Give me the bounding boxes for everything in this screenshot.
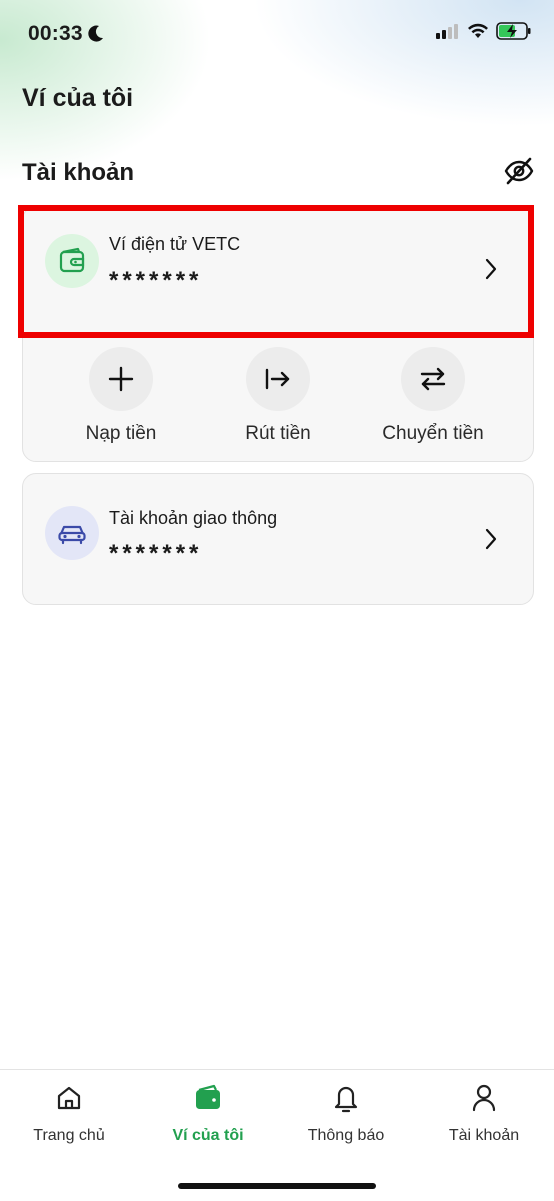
transfer-arrows-icon <box>420 367 446 391</box>
nav-notifications-label: Thông báo <box>307 1127 385 1144</box>
car-icon <box>58 525 86 545</box>
withdraw-label: Rút tiền <box>245 423 311 444</box>
wifi-icon <box>468 23 488 38</box>
transfer-button[interactable]: Chuyển tiền <box>358 347 508 445</box>
status-bar-indicators <box>436 22 532 40</box>
battery-charging-icon <box>496 22 531 40</box>
deposit-button[interactable]: Nạp tiền <box>46 347 196 445</box>
withdraw-arrow-icon <box>265 368 290 390</box>
wallet-icon-circle <box>45 234 99 288</box>
withdraw-icon-circle <box>246 347 310 411</box>
traffic-account-masked-balance: ******* <box>109 540 203 567</box>
home-indicator <box>178 1183 376 1189</box>
status-time: 00:33 <box>28 22 83 45</box>
chevron-right-icon <box>485 258 497 280</box>
nav-wallet-label: Ví của tôi <box>172 1127 244 1144</box>
nav-home-label: Trang chủ <box>33 1127 105 1144</box>
wallet-icon <box>59 247 85 273</box>
nav-home[interactable]: Trang chủ <box>9 1082 129 1145</box>
transfer-label: Chuyển tiền <box>382 423 484 444</box>
wallet-row[interactable]: Ví điện tử VETC ******* <box>23 207 533 331</box>
traffic-account-card[interactable]: Tài khoản giao thông ******* <box>22 473 534 605</box>
nav-account[interactable]: Tài khoản <box>424 1082 544 1145</box>
chevron-right-icon <box>485 528 497 550</box>
wallet-name: Ví điện tử VETC <box>109 234 241 254</box>
bottom-nav: Trang chủ Ví của tôi Thông báo Tài khoản <box>0 1069 554 1201</box>
deposit-icon-circle <box>89 347 153 411</box>
page-title: Ví của tôi <box>22 84 134 112</box>
nav-notifications[interactable]: Thông báo <box>286 1082 406 1145</box>
wallet-masked-balance: ******* <box>109 267 203 294</box>
wallet-icon <box>196 1084 220 1109</box>
withdraw-button[interactable]: Rút tiền <box>203 347 353 445</box>
signal-icon <box>436 24 458 39</box>
status-bar-time: 00:33 <box>28 22 104 46</box>
eye-off-icon[interactable] <box>504 156 534 186</box>
wallet-card: Ví điện tử VETC ******* Nạp tiền Rút tiề… <box>22 206 534 462</box>
section-title: Tài khoản <box>22 159 135 186</box>
nav-wallet[interactable]: Ví của tôi <box>148 1082 268 1145</box>
car-icon-circle <box>45 506 99 560</box>
bell-icon <box>334 1086 358 1113</box>
transfer-icon-circle <box>401 347 465 411</box>
moon-icon <box>88 25 103 42</box>
traffic-account-name: Tài khoản giao thông <box>109 508 278 528</box>
home-icon <box>57 1086 81 1110</box>
nav-account-label: Tài khoản <box>448 1127 520 1144</box>
wallet-actions: Nạp tiền Rút tiền Chuyển tiền <box>23 347 533 447</box>
user-icon <box>472 1084 496 1112</box>
deposit-label: Nạp tiền <box>85 423 157 444</box>
plus-icon <box>108 366 134 392</box>
